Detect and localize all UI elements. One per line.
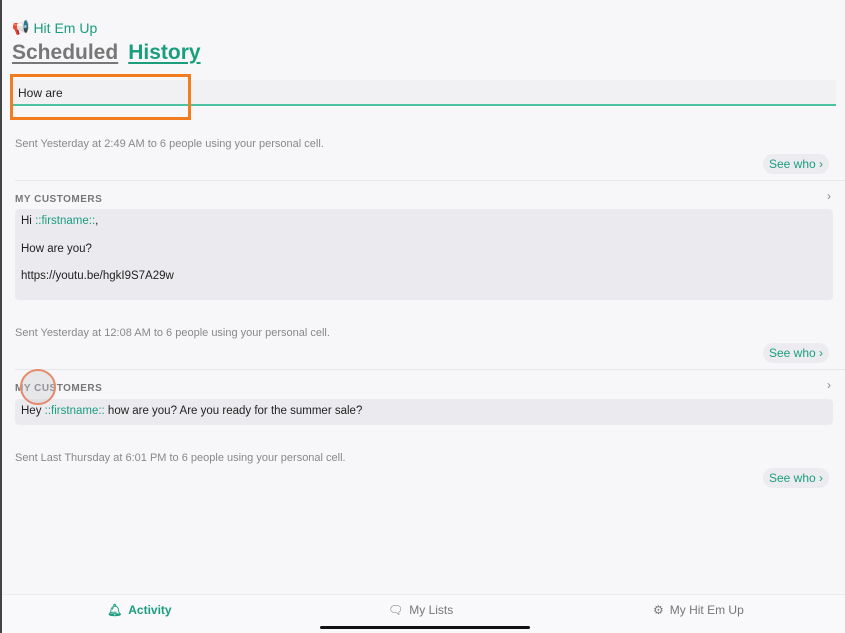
chevron-right-icon[interactable]: › <box>827 378 831 392</box>
tabbar-my-hit-em-up[interactable]: ⚙ My Hit Em Up <box>653 603 744 617</box>
tab-label: Activity <box>128 603 172 617</box>
text: Hey <box>21 405 45 417</box>
tabbar-activity[interactable]: 🔔︎ Activity <box>107 603 172 617</box>
see-who-button[interactable]: See who › <box>762 468 829 488</box>
tab-scheduled[interactable]: Scheduled <box>12 41 118 65</box>
message-line: How are you? <box>21 242 92 255</box>
message-bubble[interactable]: Hi ::firstname::, How are you? https://y… <box>15 209 833 300</box>
divider <box>15 180 845 181</box>
see-who-button[interactable]: See who › <box>762 154 829 174</box>
tab-label: My Lists <box>409 603 454 617</box>
tab-history[interactable]: History <box>128 41 200 65</box>
touch-indicator <box>20 369 56 405</box>
tab-label: My Hit Em Up <box>669 603 744 617</box>
sent-info: Sent Last Thursday at 6:01 PM to 6 peopl… <box>15 452 346 464</box>
chat-bubbles-icon: 🗨 <box>388 603 404 617</box>
home-indicator <box>320 626 530 629</box>
segment-tabs: Scheduled History <box>12 41 201 65</box>
text: how are you? Are you ready for the summe… <box>104 405 363 417</box>
list-name: MY CUSTOMERS <box>15 194 103 205</box>
firstname-token: ::firstname:: <box>35 215 96 227</box>
text: , <box>95 215 99 227</box>
divider <box>15 369 845 370</box>
tabbar-my-lists[interactable]: 🗨 My Lists <box>388 603 453 617</box>
message-bubble[interactable]: Hey ::firstname:: how are you? Are you r… <box>15 399 833 425</box>
firstname-token: ::firstname:: <box>44 405 105 417</box>
see-who-button[interactable]: See who › <box>762 343 829 363</box>
bell-icon: 🔔︎ <box>107 603 123 617</box>
gear-icon: ⚙ <box>653 603 664 617</box>
sent-info: Sent Yesterday at 2:49 AM to 6 people us… <box>15 138 324 150</box>
chevron-right-icon[interactable]: › <box>827 189 831 203</box>
app-title: 📢 Hit Em Up <box>12 19 98 36</box>
message-link: https://youtu.be/hgkI9S7A29w <box>21 270 174 282</box>
sent-info: Sent Yesterday at 12:08 AM to 6 people u… <box>15 327 330 339</box>
text: Hi <box>21 215 36 227</box>
megaphone-icon: 📢 <box>12 19 30 35</box>
search-input[interactable]: How are <box>12 80 836 106</box>
